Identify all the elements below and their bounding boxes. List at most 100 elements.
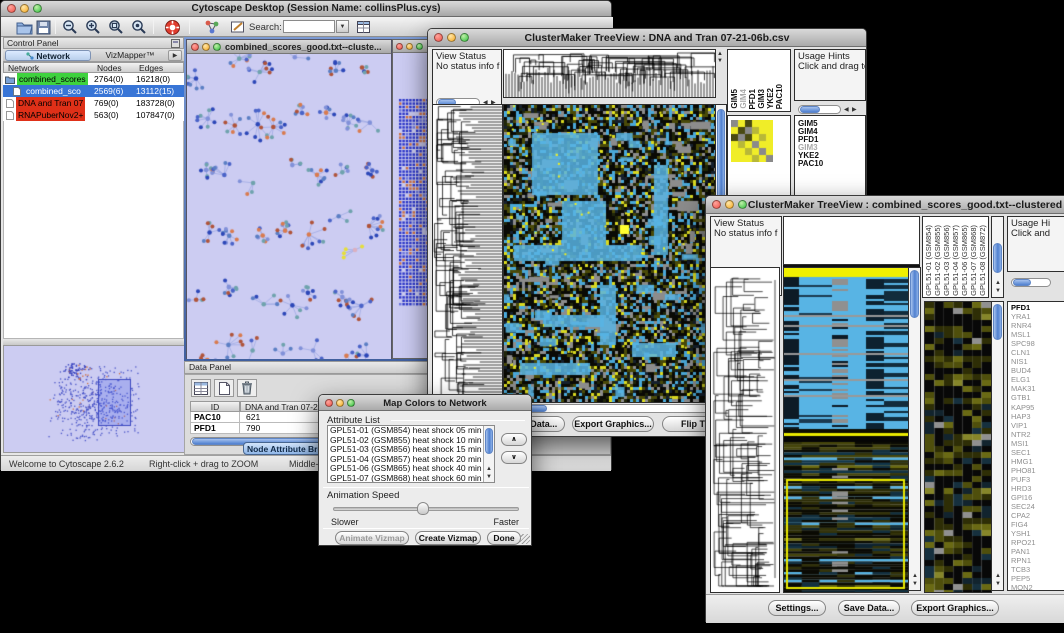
tv2-usage-hscrollbar[interactable] bbox=[1011, 278, 1051, 287]
new-attribute-icon[interactable] bbox=[214, 379, 234, 397]
speed-slider-thumb[interactable] bbox=[417, 502, 429, 515]
scroll-up-arrow[interactable]: ▲ bbox=[912, 573, 917, 580]
close-button[interactable] bbox=[191, 43, 199, 51]
tv1-heatmap-hscrollbar[interactable] bbox=[503, 404, 714, 413]
vscroll-thumb[interactable] bbox=[485, 428, 493, 454]
treeview1-titlebar[interactable]: ClusterMaker TreeView : DNA and Tran 07-… bbox=[428, 29, 866, 47]
gene-item: HAP3 bbox=[1009, 412, 1036, 421]
scroll-right-arrow[interactable]: ▶ bbox=[852, 107, 856, 114]
nodes-count: 2764(0) bbox=[94, 73, 123, 85]
network-row-dna-tran[interactable]: DNA and Tran 07 769(0) 183728(0) bbox=[3, 97, 184, 109]
main-titlebar[interactable]: Cytoscape Desktop (Session Name: collins… bbox=[1, 1, 611, 17]
dialog-titlebar[interactable]: Map Colors to Network bbox=[319, 395, 531, 411]
move-up-button[interactable]: ∧ bbox=[501, 433, 527, 446]
select-attributes-icon[interactable] bbox=[191, 379, 211, 397]
close-button[interactable] bbox=[7, 4, 16, 13]
zoom-button[interactable] bbox=[213, 43, 221, 51]
data-col-id[interactable]: ID bbox=[190, 401, 240, 412]
tv2-zoom-vscrollbar[interactable]: ▲ ▼ bbox=[991, 301, 1004, 591]
close-button[interactable] bbox=[396, 43, 403, 50]
zoom-in-icon[interactable] bbox=[82, 17, 104, 37]
settings-button[interactable]: Settings... bbox=[768, 600, 826, 616]
tv1-row-dendrogram-canvas[interactable] bbox=[432, 104, 503, 403]
listbox-vscrollbar[interactable]: ▲ ▼ bbox=[483, 426, 494, 482]
scroll-left-arrow[interactable]: ◀ bbox=[844, 107, 848, 114]
network-row-combined-scores[interactable]: combined_scores 2764(0) 16218(0) bbox=[3, 73, 184, 85]
export-graphics-button[interactable]: Export Graphics... bbox=[572, 416, 654, 432]
tv1-column-labels-panel[interactable]: GIM5GIM4PFD1GIM3YKE2PAC10 bbox=[727, 49, 791, 112]
network-window-titlebar[interactable]: combined_scores_good.txt--cluste... bbox=[187, 40, 391, 54]
done-button[interactable]: Done bbox=[487, 531, 521, 545]
close-button[interactable] bbox=[434, 33, 443, 42]
search-dropdown-arrow[interactable]: ▼ bbox=[336, 20, 349, 33]
minimize-button[interactable] bbox=[406, 43, 413, 50]
move-down-button[interactable]: ∨ bbox=[501, 451, 527, 464]
scroll-up-arrow[interactable]: ▲ bbox=[486, 466, 491, 473]
tv1-usage-hscrollbar[interactable] bbox=[798, 105, 841, 114]
tv2-row-dendrogram-canvas[interactable] bbox=[710, 267, 780, 593]
vscroll-thumb[interactable] bbox=[993, 304, 1002, 340]
minimize-button[interactable] bbox=[202, 43, 210, 51]
attribute-listbox[interactable]: GPL51-01 (GSM854) heat shock 05 minGPL51… bbox=[327, 425, 495, 483]
scroll-down-arrow[interactable]: ▼ bbox=[995, 581, 1000, 588]
attribute-items: GPL51-01 (GSM854) heat shock 05 minGPL51… bbox=[328, 426, 494, 483]
tv2-column-labels: GPL51-01 (GSM854)GPL51-02 (GSM855)GPL51-… bbox=[924, 225, 987, 296]
tv2-heatmap-vscrollbar[interactable]: ▲ ▼ bbox=[908, 267, 921, 591]
tv2-zoom-heatmap-canvas[interactable] bbox=[924, 301, 992, 593]
hscroll-thumb[interactable] bbox=[800, 106, 820, 113]
scroll-down-arrow[interactable]: ▼ bbox=[486, 474, 491, 481]
vizmapper-icon[interactable] bbox=[201, 17, 223, 37]
network-row-combined-sco-selected[interactable]: combined_sco 2569(6) 13112(15) bbox=[3, 85, 184, 97]
tv2-labels-vscrollbar[interactable]: ▲ ▼ bbox=[991, 216, 1004, 298]
gene-item: SEC1 bbox=[1009, 448, 1036, 457]
data-cell-id[interactable]: PAC10 bbox=[190, 412, 240, 423]
tv1-heatmap-canvas[interactable] bbox=[503, 104, 716, 403]
zoom-button[interactable] bbox=[416, 43, 423, 50]
vscroll-thumb[interactable] bbox=[993, 243, 1002, 273]
gene-item: MON2 bbox=[1009, 583, 1036, 591]
export-graphics-button[interactable]: Export Graphics... bbox=[911, 600, 999, 616]
scroll-up-arrow[interactable]: ▲ bbox=[995, 280, 1000, 287]
network-canvas[interactable] bbox=[187, 54, 391, 359]
data-cell-id[interactable]: PFD1 bbox=[190, 423, 240, 434]
tiny-scroll-arrows[interactable]: ▲▼ bbox=[717, 51, 722, 65]
zoom-fit-icon[interactable] bbox=[105, 17, 127, 37]
save-data-button[interactable]: Save Data... bbox=[838, 600, 900, 616]
save-icon[interactable] bbox=[32, 17, 54, 37]
scroll-down-arrow[interactable]: ▼ bbox=[912, 581, 917, 588]
hscroll-thumb[interactable] bbox=[1013, 279, 1031, 286]
animate-vizmap-button[interactable]: Animate Vizmap bbox=[335, 531, 409, 545]
tab-vizmapper[interactable]: VizMapper™ bbox=[95, 50, 165, 61]
status-pan-hint: Middle- bbox=[289, 459, 319, 469]
close-button[interactable] bbox=[325, 399, 333, 407]
treeview2-titlebar[interactable]: ClusterMaker TreeView : combined_scores_… bbox=[706, 196, 1064, 214]
birdseye-view-canvas[interactable] bbox=[3, 345, 186, 453]
tv2-gene-labels-panel[interactable]: PFD1YRA1RNR4MSL1SPC98CLN1NIS1BUD4ELG1MAK… bbox=[1007, 301, 1064, 591]
scroll-down-arrow[interactable]: ▼ bbox=[995, 288, 1000, 295]
tv2-heatmap-canvas[interactable] bbox=[783, 267, 909, 593]
annotation-icon[interactable] bbox=[227, 17, 249, 37]
vscroll-thumb[interactable] bbox=[910, 270, 919, 318]
attribute-browser-icon[interactable] bbox=[353, 17, 375, 37]
create-vizmap-button[interactable]: Create Vizmap bbox=[415, 531, 481, 545]
tv1-zoom-matrix-canvas[interactable] bbox=[731, 120, 773, 162]
tv2-column-labels-panel[interactable]: GPL51-01 (GSM854)GPL51-02 (GSM855)GPL51-… bbox=[922, 216, 989, 298]
help-lifebuoy-icon[interactable] bbox=[161, 17, 183, 37]
group-divider bbox=[323, 528, 529, 529]
zoom-selected-icon[interactable] bbox=[128, 17, 150, 37]
delete-attribute-trash-icon[interactable] bbox=[237, 379, 257, 397]
resize-grip[interactable] bbox=[520, 534, 530, 544]
network-row-rnapuber[interactable]: RNAPuberNov2+ 563(0) 107847(0) bbox=[3, 109, 184, 121]
group-divider bbox=[323, 487, 529, 488]
gene-item: MSI1 bbox=[1009, 439, 1036, 448]
tv1-column-dendrogram-canvas[interactable] bbox=[503, 49, 716, 98]
tab-network[interactable]: Network bbox=[5, 50, 91, 61]
search-input[interactable] bbox=[283, 20, 335, 33]
scroll-up-arrow[interactable]: ▲ bbox=[995, 573, 1000, 580]
nodes-count: 2569(6) bbox=[94, 85, 123, 97]
gene-item: MSL1 bbox=[1009, 330, 1036, 339]
close-button[interactable] bbox=[712, 200, 721, 209]
tab-overflow-arrow[interactable]: ▶ bbox=[168, 50, 182, 61]
zoom-out-icon[interactable] bbox=[59, 17, 81, 37]
tv2-column-dendrogram-area[interactable] bbox=[783, 216, 920, 265]
